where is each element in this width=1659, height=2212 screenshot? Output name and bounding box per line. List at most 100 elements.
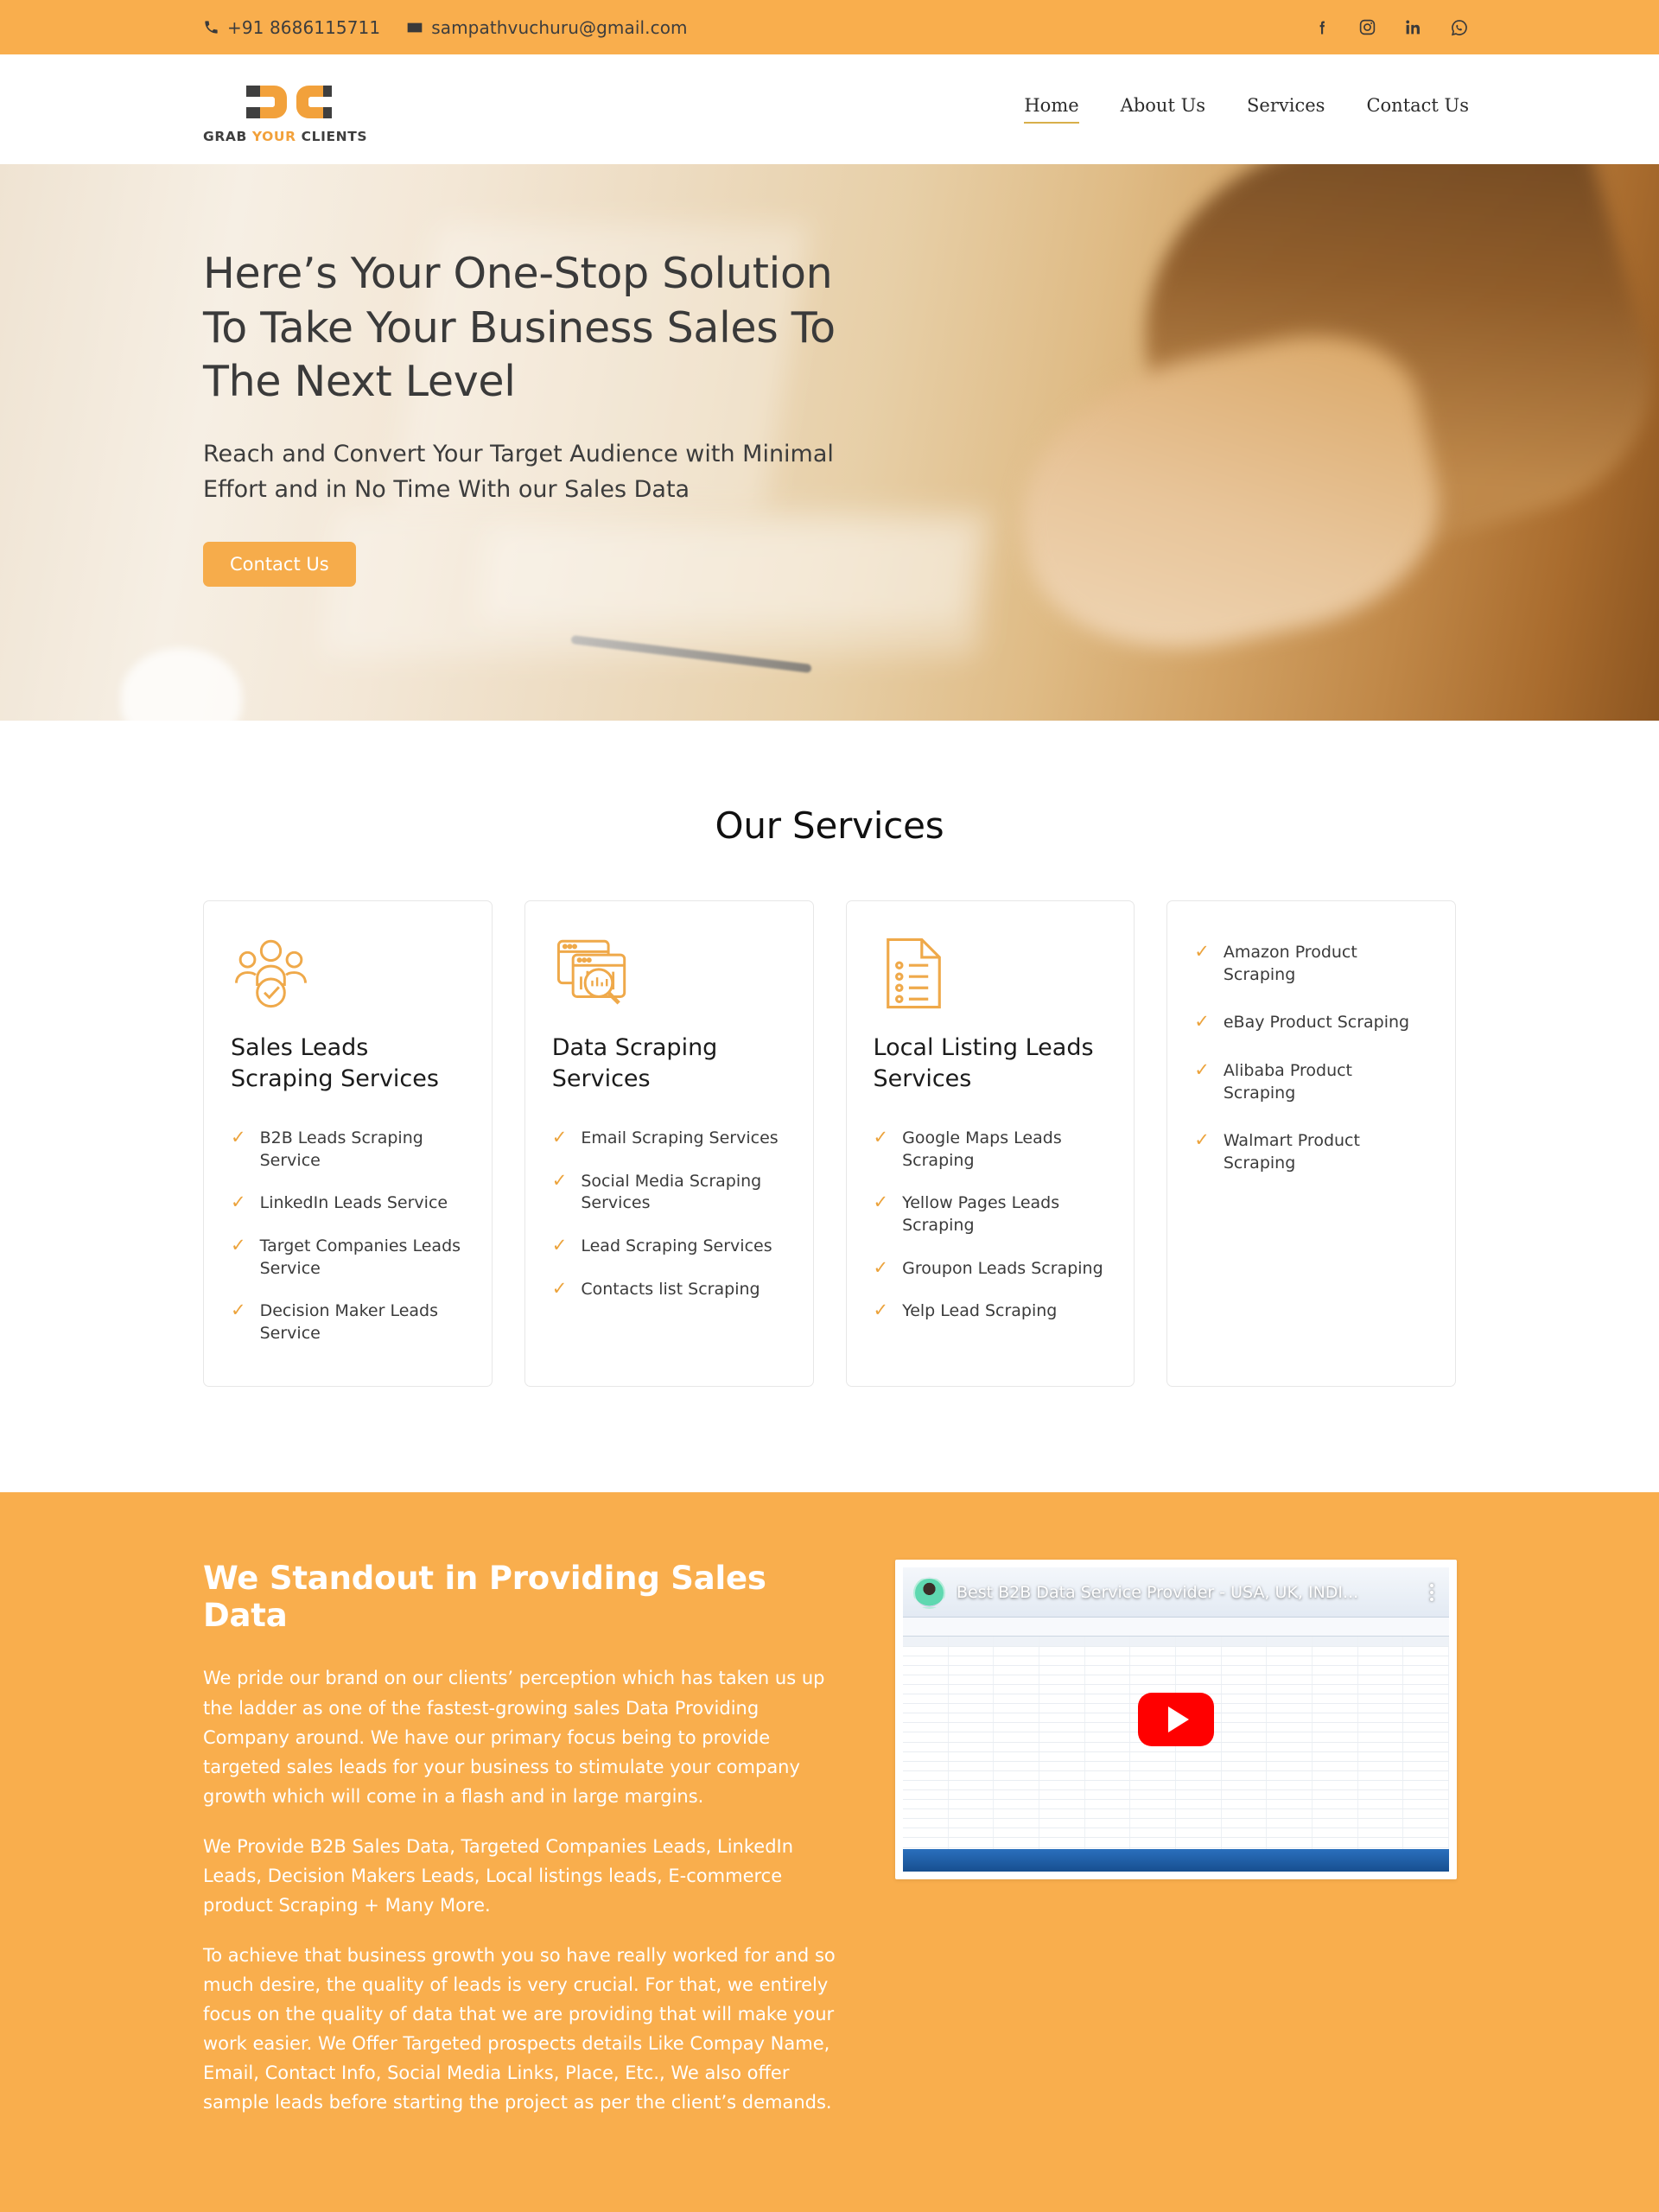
feature-label: Target Companies Leads Service: [259, 1236, 461, 1278]
list-item: ✓ eBay Product Scraping: [1194, 999, 1428, 1047]
hero-title: Here’s Your One-Stop Solution To Take Yo…: [203, 249, 836, 407]
youtube-play-icon[interactable]: [1138, 1693, 1214, 1747]
document-checklist-icon: [886, 938, 941, 1009]
whatsapp-icon[interactable]: [1450, 18, 1469, 37]
top-contact-bar: +91 8686115711 sampathvuchuru@gmail.com: [0, 0, 1659, 54]
check-icon: ✓: [551, 1277, 568, 1299]
phone-icon: [203, 19, 219, 35]
list-item: ✓ Decision Maker Leads Service: [231, 1290, 465, 1355]
site-logo[interactable]: GRAB YOUR CLIENTS: [203, 75, 367, 144]
check-icon: ✓: [231, 1127, 246, 1147]
hero-content: Here’s Your One-Stop Solution To Take Yo…: [0, 164, 864, 588]
feature-label: Amazon Product Scraping: [1223, 943, 1357, 984]
list-item: ✓ Google Maps Leads Scraping: [874, 1117, 1108, 1182]
feature-label: eBay Product Scraping: [1223, 1013, 1410, 1033]
standout-heading: We Standout in Providing Sales Data: [203, 1560, 766, 1635]
check-icon: ✓: [1194, 941, 1210, 962]
logo-word-grab: GRAB: [203, 128, 252, 144]
check-icon: ✓: [231, 1234, 246, 1255]
nav-item-home[interactable]: Home: [1024, 95, 1079, 124]
list-item: ✓ Target Companies Leads Service: [231, 1225, 465, 1290]
main-nav: Home About Us Services Contact Us: [1024, 95, 1469, 124]
check-icon: ✓: [1194, 1129, 1210, 1151]
logo-word-clients: CLIENTS: [301, 128, 368, 144]
video-thumbnail[interactable]: Best B2B Data Service Provider - USA, UK…: [903, 1567, 1449, 1872]
feature-label: Google Maps Leads Scraping: [902, 1128, 1062, 1170]
list-item: ✓ Yellow Pages Leads Scraping: [874, 1182, 1108, 1247]
feature-label: Walmart Product Scraping: [1223, 1131, 1360, 1173]
windows-taskbar-graphic: [903, 1849, 1449, 1872]
linkedin-icon[interactable]: [1404, 18, 1422, 36]
phone-link[interactable]: +91 8686115711: [203, 17, 380, 38]
logo-word-your: YOUR: [251, 128, 302, 144]
standout-video-column: Best B2B Data Service Provider - USA, UK…: [895, 1560, 1457, 1880]
envelope-icon: [406, 19, 423, 36]
video-title-bar: Best B2B Data Service Provider - USA, UK…: [903, 1567, 1449, 1618]
feature-label: Lead Scraping Services: [581, 1236, 772, 1255]
instagram-icon[interactable]: [1358, 18, 1376, 36]
list-item: ✓ Contacts list Scraping: [552, 1268, 786, 1312]
service-card-title: Sales Leads Scraping Services: [231, 1034, 439, 1092]
check-icon: ✓: [551, 1169, 568, 1191]
social-links: [1313, 18, 1469, 37]
nav-item-contact-us[interactable]: Contact Us: [1366, 95, 1469, 124]
services-section: Our Services Sales Leads Scraping Servic…: [0, 721, 1659, 1493]
feature-label: Contacts list Scraping: [581, 1279, 760, 1299]
list-item: ✓ Walmart Product Scraping: [1194, 1117, 1428, 1187]
service-card-ecommerce-products[interactable]: ✓ Amazon Product Scraping ✓ eBay Product S…: [1166, 900, 1456, 1388]
logo-wordmark: GRAB YOUR CLIENTS: [203, 130, 367, 144]
check-icon: ✓: [1194, 1058, 1210, 1080]
check-icon: ✓: [551, 1127, 568, 1147]
nav-item-about-us[interactable]: About Us: [1121, 95, 1205, 124]
video-title: Best B2B Data Service Provider - USA, UK…: [957, 1583, 1359, 1603]
feature-label: Yellow Pages Leads Scraping: [902, 1193, 1060, 1235]
feature-label: Social Media Scraping Services: [581, 1171, 762, 1213]
feature-label: Email Scraping Services: [581, 1128, 779, 1147]
feature-label: Yelp Lead Scraping: [902, 1301, 1058, 1321]
service-card-local-listing[interactable]: Local Listing Leads Services ✓ Google Map…: [845, 900, 1135, 1388]
standout-paragraph-2: We Provide B2B Sales Data, Targeted Comp…: [203, 1835, 794, 1916]
list-item: ✓ Alibaba Product Scraping: [1194, 1047, 1428, 1117]
service-card-title: Local Listing Leads Services: [873, 1034, 1094, 1092]
check-icon: ✓: [873, 1256, 889, 1278]
standout-paragraph-1: We pride our brand on our clients’ perce…: [203, 1668, 825, 1807]
email-link[interactable]: sampathvuchuru@gmail.com: [406, 16, 688, 38]
youtube-video-embed[interactable]: Best B2B Data Service Provider - USA, UK…: [895, 1560, 1457, 1880]
standout-text-column: We Standout in Providing Sales Data We p…: [203, 1560, 847, 2137]
check-icon: ✓: [231, 1192, 246, 1213]
feature-label: Decision Maker Leads Service: [259, 1301, 438, 1343]
service-feature-list: ✓ B2B Leads Scraping Service ✓ LinkedIn Le…: [231, 1117, 465, 1355]
check-icon: ✓: [873, 1192, 889, 1213]
check-icon: ✓: [1194, 1011, 1210, 1033]
services-heading: Our Services: [715, 804, 944, 847]
standout-paragraph-3: To achieve that business growth you so h…: [203, 1944, 836, 2113]
standout-section: We Standout in Providing Sales Data We p…: [0, 1492, 1659, 2212]
services-card-grid: Sales Leads Scraping Services ✓ B2B Leads…: [0, 900, 1659, 1388]
feature-label: Groupon Leads Scraping: [902, 1258, 1103, 1278]
kebab-menu-icon[interactable]: [1423, 1584, 1440, 1602]
list-item: ✓ Yelp Lead Scraping: [874, 1290, 1108, 1333]
facebook-icon[interactable]: [1313, 18, 1331, 37]
magnet-logo-icon: [246, 85, 333, 118]
feature-label: LinkedIn Leads Service: [259, 1193, 448, 1213]
channel-avatar-icon: [913, 1576, 945, 1609]
people-group-check-icon: [235, 939, 307, 1008]
hero-subtitle: Reach and Convert Your Target Audience w…: [203, 441, 834, 503]
service-feature-list: ✓ Google Maps Leads Scraping ✓ Yellow Page…: [874, 1117, 1108, 1333]
check-icon: ✓: [551, 1234, 568, 1255]
hero-contact-us-button[interactable]: Contact Us: [203, 542, 356, 588]
nav-item-services[interactable]: Services: [1247, 95, 1325, 124]
browser-chart-magnifier-icon: [556, 939, 626, 1005]
check-icon: ✓: [231, 1300, 246, 1321]
list-item: ✓ Groupon Leads Scraping: [874, 1248, 1108, 1291]
list-item: ✓ Social Media Scraping Services: [552, 1160, 786, 1225]
email-address: sampathvuchuru@gmail.com: [431, 16, 688, 38]
service-card-data-scraping[interactable]: Data Scraping Services ✓ Email Scraping S…: [524, 900, 814, 1388]
feature-label: Alibaba Product Scraping: [1223, 1060, 1353, 1103]
topbar-contact-group: +91 8686115711 sampathvuchuru@gmail.com: [203, 17, 688, 38]
service-feature-list: ✓ Email Scraping Services ✓ Social Media S…: [552, 1117, 786, 1311]
hero-section: Here’s Your One-Stop Solution To Take Yo…: [0, 164, 1659, 721]
list-item: ✓ B2B Leads Scraping Service: [231, 1117, 465, 1182]
service-card-sales-leads[interactable]: Sales Leads Scraping Services ✓ B2B Leads…: [203, 900, 493, 1388]
list-item: ✓ LinkedIn Leads Service: [231, 1182, 465, 1225]
